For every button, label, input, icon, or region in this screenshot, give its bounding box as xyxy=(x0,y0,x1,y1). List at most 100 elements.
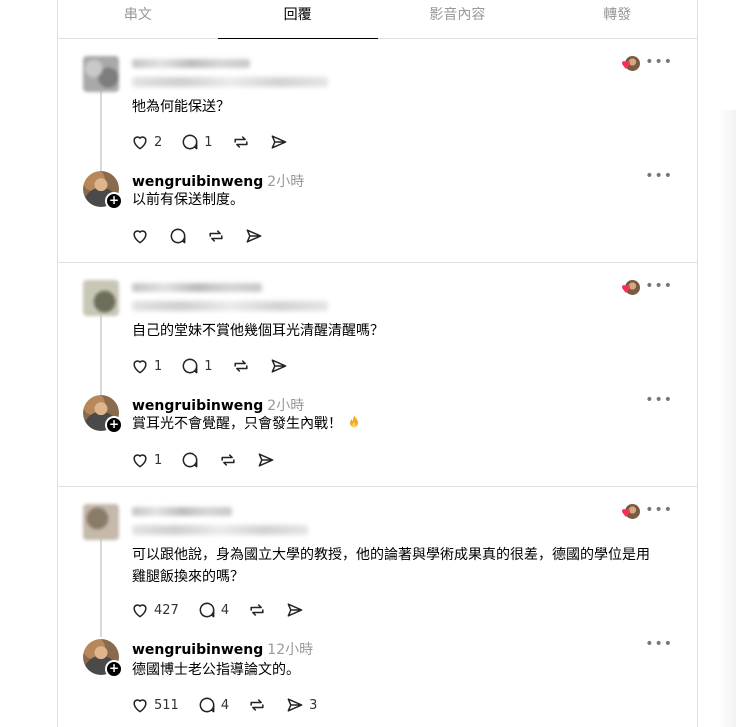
heart-icon: ♥ xyxy=(621,59,631,72)
reply-count: 1 xyxy=(204,134,213,150)
timestamp: 2小時 xyxy=(267,174,305,190)
username-text: wengruibinweng xyxy=(132,642,264,658)
redacted-meta xyxy=(132,77,328,87)
more-options-icon[interactable]: ••• xyxy=(645,392,673,408)
avatar[interactable] xyxy=(83,56,119,92)
like-count: 511 xyxy=(154,697,179,713)
profile-tabs: 串文 回覆 影音內容 轉發 xyxy=(58,0,697,39)
action-bar: 511 4 3 xyxy=(130,695,335,715)
reply-button[interactable]: 1 xyxy=(180,132,213,152)
share-button[interactable] xyxy=(269,356,289,376)
repost-icon xyxy=(221,454,235,466)
comment-icon xyxy=(182,452,198,468)
like-count: 2 xyxy=(154,134,163,150)
heart-outline-icon xyxy=(133,604,147,618)
share-count: 3 xyxy=(309,697,318,713)
like-count: 427 xyxy=(154,602,179,618)
like-count: 1 xyxy=(154,358,163,374)
repost-icon xyxy=(250,699,264,711)
redacted-meta xyxy=(132,301,328,311)
replies-panel: 串文 回覆 影音內容 轉發 ♥ ••• 牠為何能保送？ 2 1 + wengru… xyxy=(57,0,698,727)
repost-button[interactable] xyxy=(218,450,238,470)
send-icon xyxy=(287,603,303,617)
heart-icon: ♥ xyxy=(621,283,631,296)
tab-threads[interactable]: 串文 xyxy=(58,0,218,38)
thread-item: ♥ ••• 自己的堂妹不賞他幾個耳光清醒清醒嗎？ 1 1 + wengruibi… xyxy=(58,263,697,487)
like-button[interactable]: 1 xyxy=(130,356,162,376)
repost-button[interactable] xyxy=(231,132,251,152)
reply-count: 4 xyxy=(220,602,230,618)
follow-plus-icon[interactable]: + xyxy=(105,416,123,434)
heart-outline-icon xyxy=(133,699,147,713)
action-bar xyxy=(130,226,282,246)
like-button[interactable]: 511 xyxy=(130,695,179,715)
more-options-icon[interactable]: ••• xyxy=(645,168,673,184)
more-options-icon[interactable]: ••• xyxy=(645,636,673,652)
heart-outline-icon xyxy=(133,454,147,468)
repost-icon xyxy=(233,360,248,372)
reply-username[interactable]: wengruibinweng 2小時 xyxy=(132,395,304,415)
timestamp: 2小時 xyxy=(267,398,305,414)
reply-button[interactable] xyxy=(180,450,200,470)
author-liked-icon: ♥ xyxy=(621,504,640,522)
like-button[interactable]: 427 xyxy=(130,600,179,620)
redacted-username xyxy=(132,283,262,292)
repost-button[interactable] xyxy=(247,600,267,620)
like-button[interactable]: 2 xyxy=(130,132,162,152)
tab-media[interactable]: 影音內容 xyxy=(378,0,538,38)
avatar[interactable] xyxy=(83,280,119,316)
thread-connector xyxy=(100,539,102,637)
repost-button[interactable] xyxy=(206,226,226,246)
share-button[interactable] xyxy=(285,600,305,620)
comment-icon xyxy=(182,358,198,374)
heart-icon: ♥ xyxy=(621,507,631,520)
reply-button[interactable]: 1 xyxy=(180,356,213,376)
timestamp: 12小時 xyxy=(267,642,314,658)
like-count: 1 xyxy=(154,452,163,468)
share-button[interactable] xyxy=(256,450,276,470)
reply-button[interactable]: 4 xyxy=(197,695,229,715)
username-text: wengruibinweng xyxy=(132,174,264,190)
more-options-icon[interactable]: ••• xyxy=(645,54,673,70)
more-options-icon[interactable]: ••• xyxy=(645,278,673,294)
fire-emoji-icon xyxy=(350,415,358,428)
comment-icon xyxy=(170,228,186,244)
comment-text: 可以跟他說，身為國立大學的教授，他的論著與學術成果真的很差，德國的學位是用雞腿飯… xyxy=(132,547,650,585)
thread-connector xyxy=(100,315,102,397)
more-options-icon[interactable]: ••• xyxy=(645,502,673,518)
heart-outline-icon xyxy=(133,136,147,150)
reply-count: 1 xyxy=(204,358,213,374)
share-button[interactable]: 3 xyxy=(285,695,317,715)
reply-text-content: 賞耳光不會覺醒，只會發生內戰！ xyxy=(132,416,342,432)
action-bar: 2 1 xyxy=(130,132,307,152)
reply-button[interactable]: 4 xyxy=(197,600,229,620)
reply-username[interactable]: wengruibinweng 12小時 xyxy=(132,639,313,659)
avatar[interactable] xyxy=(83,504,119,540)
like-button[interactable]: 1 xyxy=(130,450,162,470)
tab-replies[interactable]: 回覆 xyxy=(217,0,378,39)
reply-button[interactable] xyxy=(168,226,188,246)
reply-text: 賞耳光不會覺醒，只會發生內戰！ xyxy=(132,413,652,435)
repost-button[interactable] xyxy=(247,695,267,715)
like-button[interactable] xyxy=(130,226,150,246)
share-button[interactable] xyxy=(269,132,289,152)
reply-count: 4 xyxy=(220,697,230,713)
send-icon xyxy=(287,698,303,712)
reply-text: 以前有保送制度。 xyxy=(132,192,244,208)
reply-text: 德國博士老公指導論文的。 xyxy=(132,662,300,678)
redacted-username xyxy=(132,59,250,68)
repost-icon xyxy=(209,230,223,242)
heart-outline-icon xyxy=(133,230,147,244)
comment-icon xyxy=(199,697,215,713)
send-icon xyxy=(246,229,262,243)
send-icon xyxy=(258,453,274,467)
comment-icon xyxy=(182,134,198,150)
reply-username[interactable]: wengruibinweng 2小時 xyxy=(132,171,304,191)
follow-plus-icon[interactable]: + xyxy=(105,660,123,678)
share-button[interactable] xyxy=(244,226,264,246)
send-icon xyxy=(271,359,286,373)
follow-plus-icon[interactable]: + xyxy=(105,192,123,210)
repost-button[interactable] xyxy=(231,356,251,376)
action-bar: 1 1 xyxy=(130,356,307,376)
tab-reposts[interactable]: 轉發 xyxy=(537,0,697,38)
